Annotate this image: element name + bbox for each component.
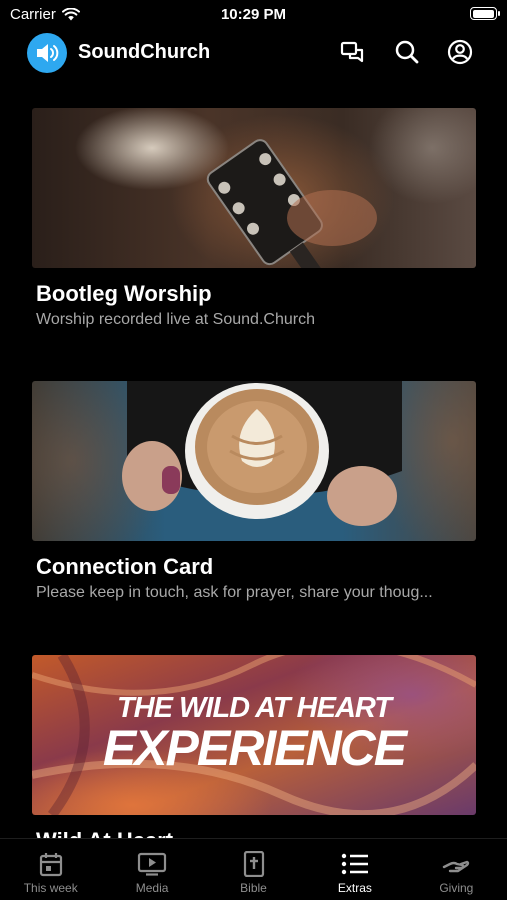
tab-this-week[interactable]: This week: [0, 839, 101, 900]
tv-icon: [138, 852, 167, 876]
tab-media[interactable]: Media: [101, 839, 202, 900]
profile-button[interactable]: [445, 37, 475, 67]
tab-label: This week: [23, 881, 78, 895]
card-subtitle: Worship recorded live at Sound.Church: [36, 311, 315, 328]
app-title: SoundChurch: [78, 41, 211, 63]
search-icon: [395, 40, 419, 64]
card-wild-at-heart[interactable]: THE WILD AT HEART EXPERIENCE Wild At Hea…: [32, 655, 476, 854]
app-header: SoundChurch: [0, 30, 507, 76]
tab-extras[interactable]: Extras: [304, 839, 405, 900]
card-image-canyon: THE WILD AT HEART EXPERIENCE: [32, 655, 476, 815]
speaker-icon: [37, 44, 59, 62]
list-icon: [341, 853, 368, 875]
card-image-guitar: [32, 108, 476, 268]
tab-label: Extras: [337, 881, 372, 895]
calendar-icon: [39, 853, 62, 877]
account-icon: [447, 39, 473, 65]
card-title: Connection Card: [36, 554, 214, 579]
card-subtitle: Please keep in touch, ask for prayer, sh…: [36, 584, 433, 601]
chat-button[interactable]: [338, 37, 368, 67]
battery-icon: [470, 7, 500, 20]
search-button[interactable]: [392, 37, 422, 67]
giving-hand-icon: [443, 860, 470, 873]
tab-label: Media: [135, 881, 169, 895]
card-bootleg-worship[interactable]: Bootleg Worship Worship recorded live at…: [32, 108, 476, 329]
chat-icon: [340, 41, 364, 63]
bible-icon: [243, 851, 264, 877]
status-bar: Carrier 10:29 PM: [0, 0, 507, 28]
tab-label: Giving: [439, 881, 474, 895]
tab-giving[interactable]: Giving: [406, 839, 507, 900]
tab-bar: This week Media Bible Extras Giving: [0, 838, 507, 900]
card-image-coffee: [32, 381, 476, 541]
card-title: Bootleg Worship: [36, 281, 212, 306]
wild-at-heart-logo: THE WILD AT HEART EXPERIENCE: [102, 692, 407, 776]
clock: 10:29 PM: [220, 6, 287, 23]
card-connection-card[interactable]: Connection Card Please keep in touch, as…: [32, 381, 476, 602]
app-logo: [27, 33, 67, 73]
tab-bible[interactable]: Bible: [203, 839, 304, 900]
tab-label: Bible: [240, 881, 267, 895]
